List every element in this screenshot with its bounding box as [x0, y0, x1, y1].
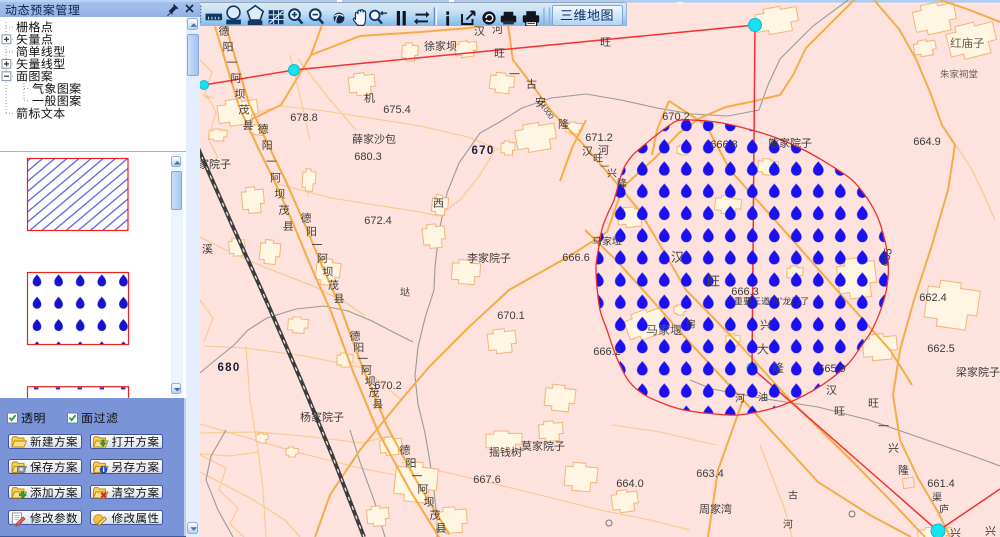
svg-text:661.4: 661.4 [927, 478, 955, 490]
svg-text:663.4: 663.4 [696, 468, 724, 480]
svg-text:675.4: 675.4 [383, 104, 411, 116]
svg-text:664.9: 664.9 [913, 136, 941, 148]
svg-text:666.3: 666.3 [731, 286, 759, 298]
svg-text:666.8: 666.8 [710, 139, 738, 151]
svg-text:678.8: 678.8 [290, 112, 318, 124]
svg-text:662.4: 662.4 [919, 292, 947, 304]
svg-text:670.2: 670.2 [374, 380, 402, 392]
svg-text:670.1: 670.1 [497, 310, 525, 322]
svg-text:667.6: 667.6 [473, 474, 501, 486]
svg-text:665.9: 665.9 [818, 363, 846, 375]
svg-text:670.2: 670.2 [662, 111, 690, 123]
svg-text:672.4: 672.4 [364, 215, 392, 227]
svg-text:664.0: 664.0 [616, 478, 644, 490]
svg-text:680: 680 [217, 362, 240, 374]
svg-text:666.2: 666.2 [593, 346, 621, 358]
svg-text:670: 670 [471, 145, 494, 157]
svg-text:662.5: 662.5 [927, 343, 955, 355]
svg-text:666.6: 666.6 [562, 252, 590, 264]
svg-text:671.2: 671.2 [585, 132, 613, 144]
svg-text:680.3: 680.3 [354, 151, 382, 163]
